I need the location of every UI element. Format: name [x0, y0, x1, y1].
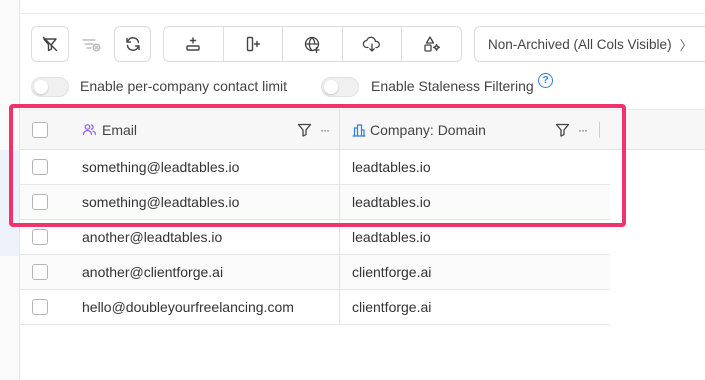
column-header-email[interactable]: Email ···	[60, 109, 340, 150]
email-cell[interactable]: something@leadtables.io	[60, 150, 340, 184]
table-row[interactable]: hello@doubleyourfreelancing.com clientfo…	[20, 290, 610, 325]
email-cell[interactable]: something@leadtables.io	[60, 185, 340, 219]
row-checkbox[interactable]	[32, 264, 48, 280]
cloud-download-icon	[362, 36, 381, 52]
staleness-filter-label: Enable Staleness Filtering	[371, 78, 534, 94]
staleness-filter-toggle[interactable]	[321, 77, 359, 97]
shapes-sparkle-icon	[424, 36, 440, 52]
users-icon	[82, 124, 97, 136]
cloud-download-button[interactable]	[343, 27, 403, 61]
left-rail	[0, 0, 20, 380]
column-insert-icon	[246, 36, 261, 52]
view-select[interactable]: Non-Archived (All Cols Visible) 〉	[474, 26, 705, 62]
top-divider	[20, 13, 705, 14]
add-row-button[interactable]	[164, 27, 224, 61]
web-enrich-button[interactable]	[283, 27, 343, 61]
column-header-label: Company: Domain	[370, 121, 486, 138]
row-checkbox-cell	[20, 290, 60, 324]
clear-filter-button[interactable]	[31, 26, 69, 62]
toggle-knob	[34, 80, 48, 94]
table-row[interactable]: another@leadtables.io leadtables.io	[20, 220, 610, 255]
table-row[interactable]: something@leadtables.io leadtables.io	[20, 185, 610, 220]
select-all-cell	[20, 109, 60, 150]
building-icon	[352, 123, 366, 137]
email-cell[interactable]: another@leadtables.io	[60, 220, 340, 254]
row-checkbox[interactable]	[32, 299, 48, 315]
row-checkbox-cell	[20, 150, 60, 184]
row-checkbox[interactable]	[32, 194, 48, 210]
app-root: Non-Archived (All Cols Visible) 〉 Enable…	[0, 0, 705, 380]
row-insert-icon	[186, 37, 200, 51]
filter-clear-disabled-button[interactable]	[73, 26, 109, 62]
filter-icon[interactable]	[297, 122, 312, 137]
column-menu-icon[interactable]: ···	[578, 123, 588, 137]
globe-icon	[304, 36, 320, 53]
column-menu-icon[interactable]: ···	[320, 123, 330, 137]
email-cell[interactable]: hello@doubleyourfreelancing.com	[60, 290, 340, 324]
toggle-knob	[324, 80, 338, 94]
list-filter-x-icon	[82, 39, 101, 52]
action-button-group	[163, 26, 462, 62]
column-tools: ···	[555, 121, 610, 138]
refresh-icon	[125, 37, 140, 51]
view-select-value: Non-Archived (All Cols Visible)	[488, 36, 672, 52]
chevron-right-icon: 〉	[679, 37, 693, 53]
column-tools: ···	[297, 122, 339, 137]
row-checkbox-cell	[20, 220, 60, 254]
table-row[interactable]: something@leadtables.io leadtables.io	[20, 150, 610, 185]
domain-cell[interactable]: leadtables.io	[340, 220, 610, 254]
refresh-button[interactable]	[114, 26, 151, 62]
filter-icon[interactable]	[555, 122, 570, 137]
domain-cell[interactable]: clientforge.ai	[340, 255, 610, 289]
filter-off-icon	[42, 36, 58, 52]
select-all-checkbox[interactable]	[32, 121, 48, 138]
add-column-button[interactable]	[224, 27, 284, 61]
domain-cell[interactable]: leadtables.io	[340, 150, 610, 184]
help-icon[interactable]: ?	[538, 73, 553, 88]
row-checkbox[interactable]	[32, 159, 48, 175]
per-company-limit-toggle[interactable]	[31, 77, 69, 97]
left-rail-selection	[0, 150, 19, 256]
row-checkbox-cell	[20, 255, 60, 289]
row-checkbox-cell	[20, 185, 60, 219]
domain-cell[interactable]: clientforge.ai	[340, 290, 610, 324]
email-cell[interactable]: another@clientforge.ai	[60, 255, 340, 289]
per-company-limit-label: Enable per-company contact limit	[80, 78, 287, 94]
column-header-label: Email	[102, 121, 138, 138]
domain-cell[interactable]: leadtables.io	[340, 185, 610, 219]
table-row[interactable]: another@clientforge.ai clientforge.ai	[20, 255, 610, 290]
ai-magic-button[interactable]	[402, 27, 461, 61]
column-resize-handle[interactable]	[599, 121, 600, 138]
grid-header: Email ··· Company: Domain ···	[20, 109, 610, 150]
column-header-domain[interactable]: Company: Domain ···	[340, 109, 610, 150]
row-checkbox[interactable]	[32, 229, 48, 245]
